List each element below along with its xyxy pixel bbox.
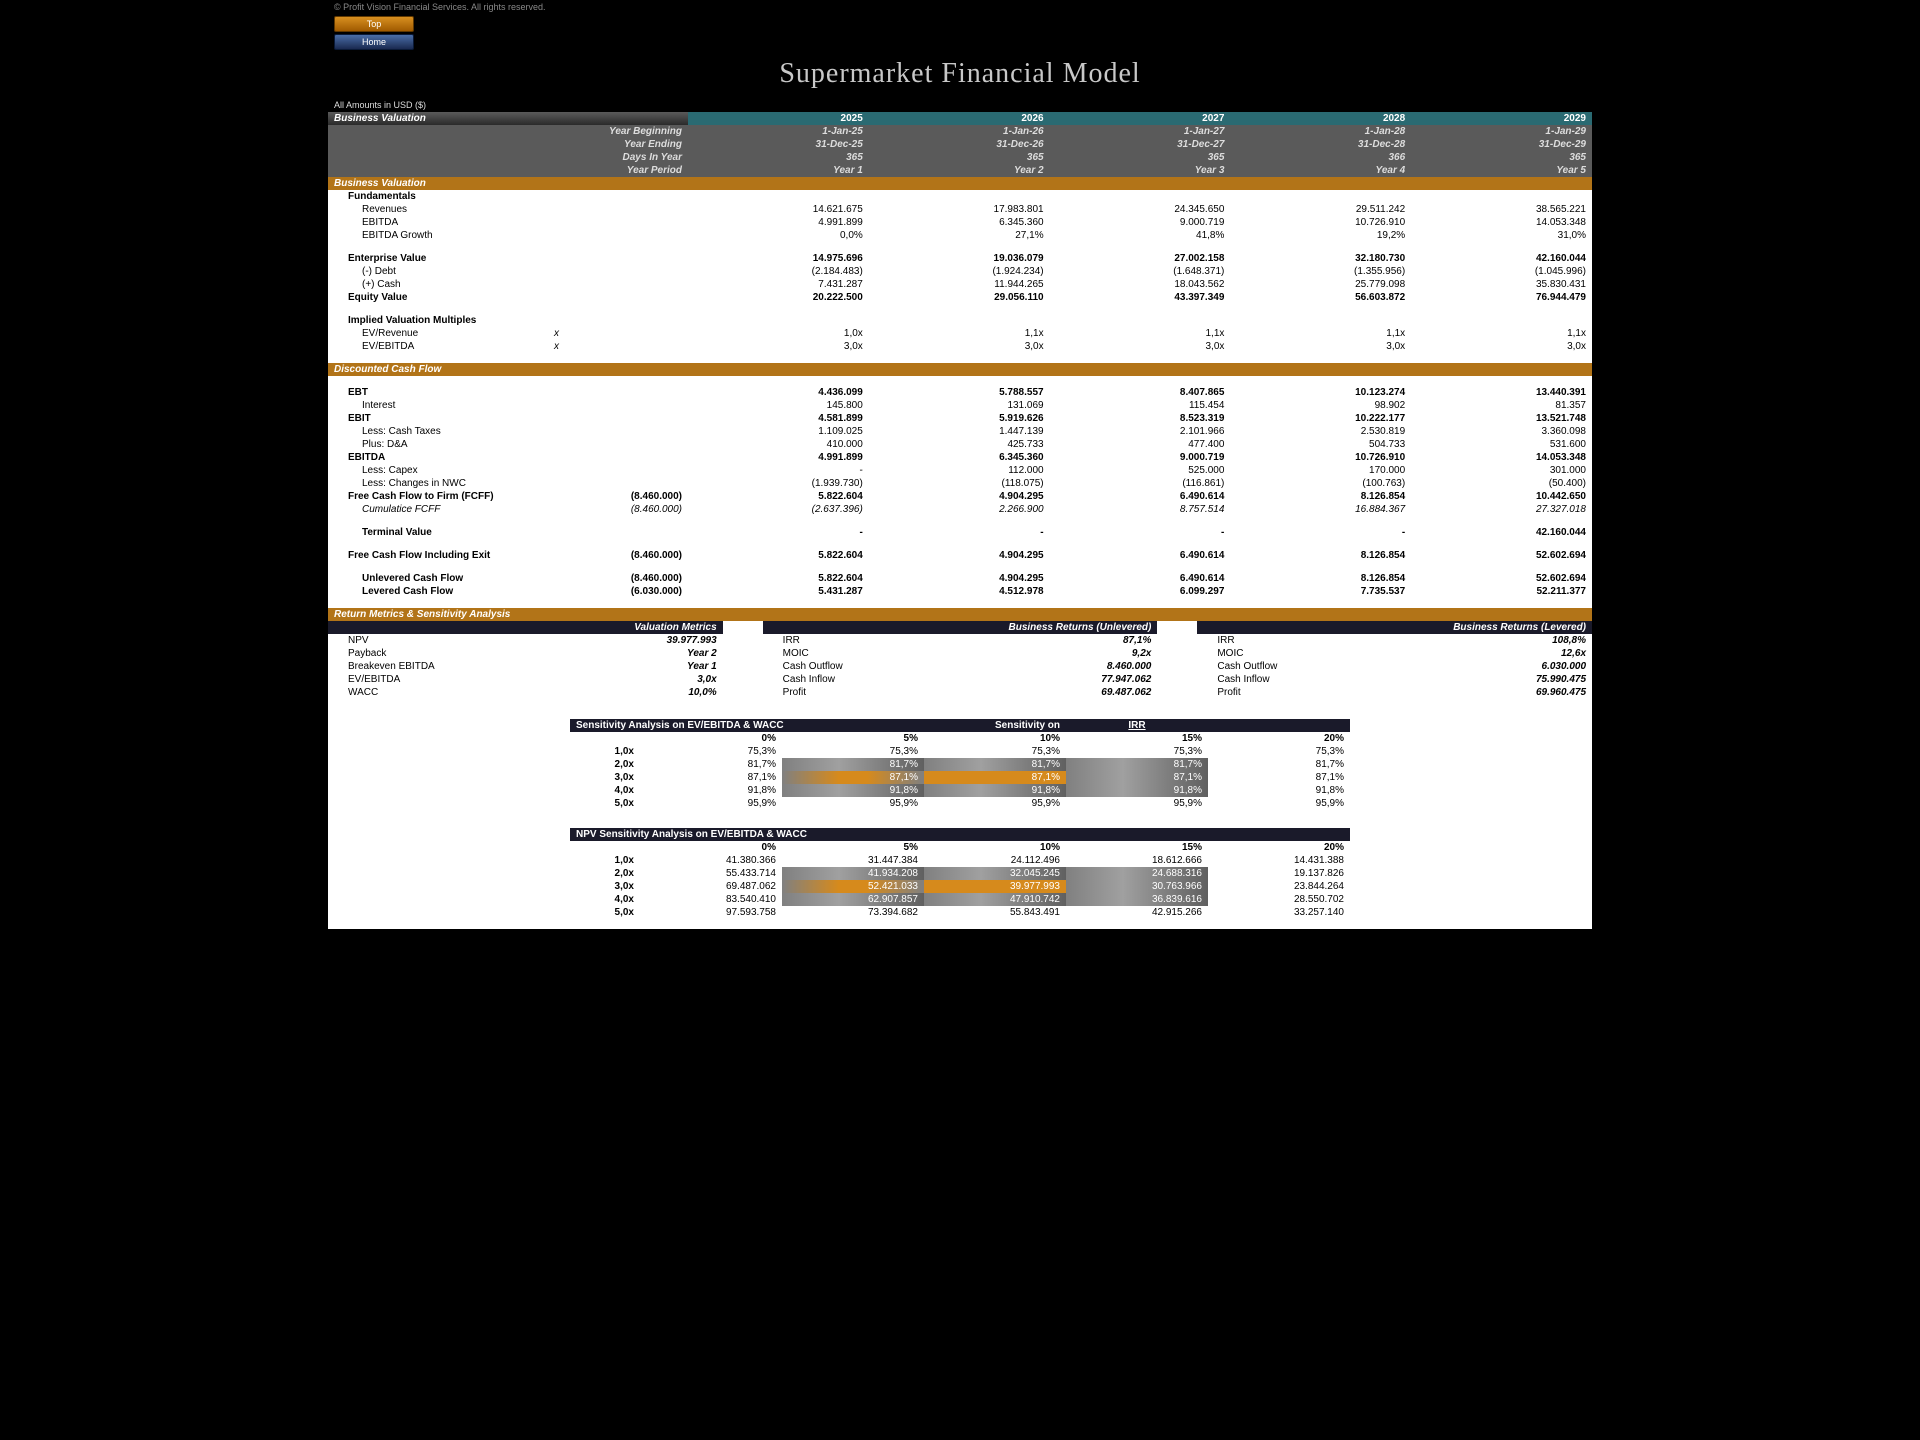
header-table: Business Valuation 20252026202720282029 … [328, 112, 1592, 190]
bv-table: Fundamentals Revenues14.621.67517.983.80… [328, 190, 1592, 376]
sensitivity-irr: Sensitivity Analysis on EV/EBITDA & WACC… [570, 719, 1350, 810]
section-return: Return Metrics & Sensitivity Analysis [328, 608, 1592, 621]
sensitivity-npv: NPV Sensitivity Analysis on EV/EBITDA & … [570, 828, 1350, 919]
section-bv-sub: Business Valuation [328, 177, 1592, 190]
valuation-metrics: Valuation Metrics NPV39.977.993 PaybackY… [328, 621, 723, 699]
currency-note: All Amounts in USD ($) [328, 100, 1592, 112]
section-bv: Business Valuation [328, 112, 688, 125]
top-button[interactable]: Top [334, 16, 414, 32]
home-button[interactable]: Home [334, 34, 414, 50]
section-dcf: Discounted Cash Flow [328, 363, 1592, 376]
page-title: Supermarket Financial Model [328, 58, 1592, 90]
dcf-table: EBT4.436.0995.788.5578.407.86510.123.274… [328, 376, 1592, 621]
copyright: © Profit Vision Financial Services. All … [328, 0, 1592, 14]
levered-returns: Business Returns (Levered) IRR108,8% MOI… [1197, 621, 1592, 699]
unlevered-returns: Business Returns (Unlevered) IRR87,1% MO… [763, 621, 1158, 699]
sensitivity-link[interactable]: IRR [1066, 719, 1208, 732]
